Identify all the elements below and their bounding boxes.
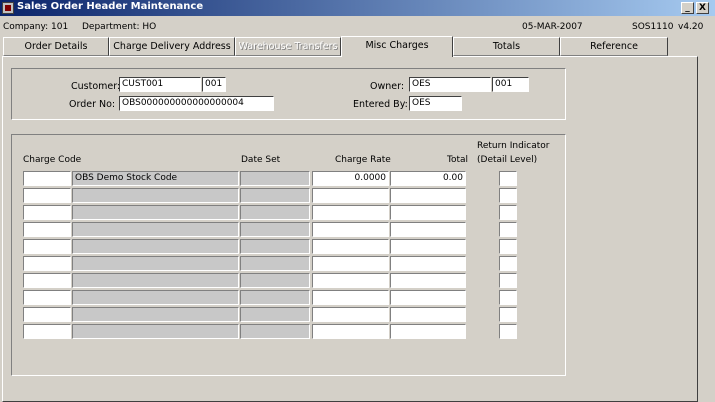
customer-label: Customer: bbox=[71, 81, 121, 92]
description-cell bbox=[72, 222, 239, 237]
form-id-text: SOS1110 bbox=[632, 22, 674, 32]
tab-reference[interactable]: Reference bbox=[560, 37, 668, 56]
return-indicator-cell[interactable] bbox=[499, 324, 517, 339]
customer-code-field[interactable]: CUST001 bbox=[119, 77, 201, 92]
return-indicator-cell[interactable] bbox=[499, 205, 517, 220]
total-cell[interactable] bbox=[390, 222, 466, 237]
description-cell bbox=[72, 239, 239, 254]
description-cell bbox=[72, 273, 239, 288]
description-cell bbox=[72, 324, 239, 339]
info-bar: Company: 101 Department: HO 05-MAR-2007 … bbox=[0, 16, 715, 34]
description-cell bbox=[72, 256, 239, 271]
description-cell bbox=[72, 205, 239, 220]
charge-code-cell[interactable] bbox=[23, 171, 71, 186]
company-text: Company: 101 bbox=[3, 22, 69, 32]
order-no-field[interactable]: OBS000000000000000004 bbox=[119, 96, 274, 111]
charge-rate-cell[interactable] bbox=[312, 290, 389, 305]
tab-strip: Order Details Charge Delivery Address Wa… bbox=[0, 36, 715, 57]
total-cell[interactable] bbox=[390, 324, 466, 339]
charge-code-cell[interactable] bbox=[23, 273, 71, 288]
charge-rate-header: Charge Rate bbox=[335, 155, 391, 165]
tab-misc-charges[interactable]: Misc Charges bbox=[341, 36, 453, 57]
return-indicator-header: Return Indicator bbox=[477, 141, 550, 151]
charge-rate-cell[interactable] bbox=[312, 307, 389, 322]
customer-branch-field[interactable]: 001 bbox=[202, 77, 226, 92]
date-set-cell bbox=[240, 171, 310, 186]
app-icon bbox=[2, 2, 14, 14]
charge-rate-cell[interactable] bbox=[312, 324, 389, 339]
date-set-cell bbox=[240, 273, 310, 288]
order-no-label: Order No: bbox=[69, 99, 116, 110]
charge-code-cell[interactable] bbox=[23, 239, 71, 254]
window-title: Sales Order Header Maintenance bbox=[17, 1, 204, 12]
total-cell[interactable] bbox=[390, 273, 466, 288]
description-cell bbox=[72, 290, 239, 305]
date-set-cell bbox=[240, 324, 310, 339]
charge-rate-cell[interactable] bbox=[312, 239, 389, 254]
date-set-cell bbox=[240, 256, 310, 271]
header-panel bbox=[11, 68, 566, 120]
description-cell bbox=[72, 188, 239, 203]
return-indicator-cell[interactable] bbox=[499, 307, 517, 322]
title-bar: Sales Order Header Maintenance _ X bbox=[0, 0, 715, 16]
minimize-button[interactable]: _ bbox=[681, 2, 694, 14]
charge-rate-cell[interactable] bbox=[312, 188, 389, 203]
date-set-cell bbox=[240, 205, 310, 220]
return-indicator-cell[interactable] bbox=[499, 256, 517, 271]
charge-code-cell[interactable] bbox=[23, 324, 71, 339]
charge-code-cell[interactable] bbox=[23, 188, 71, 203]
date-set-header: Date Set bbox=[241, 155, 281, 165]
charge-code-cell[interactable] bbox=[23, 290, 71, 305]
charge-code-cell[interactable] bbox=[23, 307, 71, 322]
return-indicator-cell[interactable] bbox=[499, 188, 517, 203]
total-cell[interactable] bbox=[390, 205, 466, 220]
total-cell[interactable] bbox=[390, 188, 466, 203]
owner-code-field[interactable]: OES bbox=[409, 77, 491, 92]
date-set-cell bbox=[240, 188, 310, 203]
date-set-cell bbox=[240, 290, 310, 305]
return-indicator-cell[interactable] bbox=[499, 290, 517, 305]
version-text: v4.20 bbox=[678, 22, 704, 32]
date-text: 05-MAR-2007 bbox=[522, 22, 583, 32]
entered-by-label: Entered By: bbox=[353, 99, 408, 110]
description-cell bbox=[72, 307, 239, 322]
charge-rate-cell[interactable] bbox=[312, 256, 389, 271]
charge-rate-cell[interactable] bbox=[312, 222, 389, 237]
charge-rate-cell[interactable] bbox=[312, 205, 389, 220]
description-cell: OBS Demo Stock Code bbox=[72, 171, 239, 186]
return-indicator-cell[interactable] bbox=[499, 222, 517, 237]
charge-code-cell[interactable] bbox=[23, 222, 71, 237]
total-cell[interactable]: 0.00 bbox=[390, 171, 466, 186]
entered-by-field[interactable]: OES bbox=[409, 96, 462, 111]
total-cell[interactable] bbox=[390, 290, 466, 305]
detail-level-header: (Detail Level) bbox=[477, 155, 538, 165]
return-indicator-cell[interactable] bbox=[499, 273, 517, 288]
charge-rate-cell[interactable] bbox=[312, 273, 389, 288]
date-set-cell bbox=[240, 239, 310, 254]
charge-rate-cell[interactable]: 0.0000 bbox=[312, 171, 389, 186]
total-cell[interactable] bbox=[390, 307, 466, 322]
charge-code-header: Charge Code bbox=[23, 155, 82, 165]
close-button[interactable]: X bbox=[696, 2, 709, 14]
total-header: Total bbox=[447, 155, 469, 165]
tab-charge-delivery-address[interactable]: Charge Delivery Address bbox=[109, 37, 235, 56]
return-indicator-cell[interactable] bbox=[499, 171, 517, 186]
charge-code-cell[interactable] bbox=[23, 256, 71, 271]
tab-warehouse-transfers: Warehouse Transfers bbox=[235, 37, 341, 56]
owner-label: Owner: bbox=[370, 81, 405, 92]
total-cell[interactable] bbox=[390, 256, 466, 271]
charge-code-cell[interactable] bbox=[23, 205, 71, 220]
owner-branch-field[interactable]: 001 bbox=[492, 77, 529, 92]
tab-totals[interactable]: Totals bbox=[453, 37, 560, 56]
total-cell[interactable] bbox=[390, 239, 466, 254]
date-set-cell bbox=[240, 222, 310, 237]
return-indicator-cell[interactable] bbox=[499, 239, 517, 254]
tab-order-details[interactable]: Order Details bbox=[3, 37, 109, 56]
date-set-cell bbox=[240, 307, 310, 322]
department-text: Department: HO bbox=[82, 22, 157, 32]
